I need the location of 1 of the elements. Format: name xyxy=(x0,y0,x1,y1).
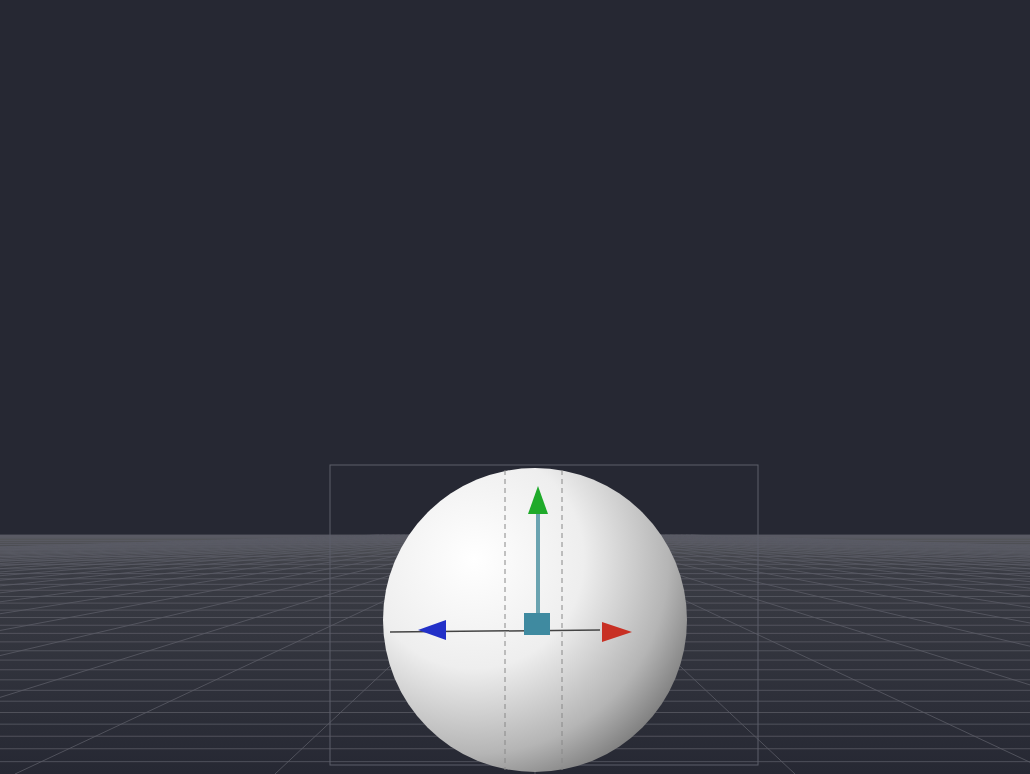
move-gizmo[interactable] xyxy=(389,469,632,771)
